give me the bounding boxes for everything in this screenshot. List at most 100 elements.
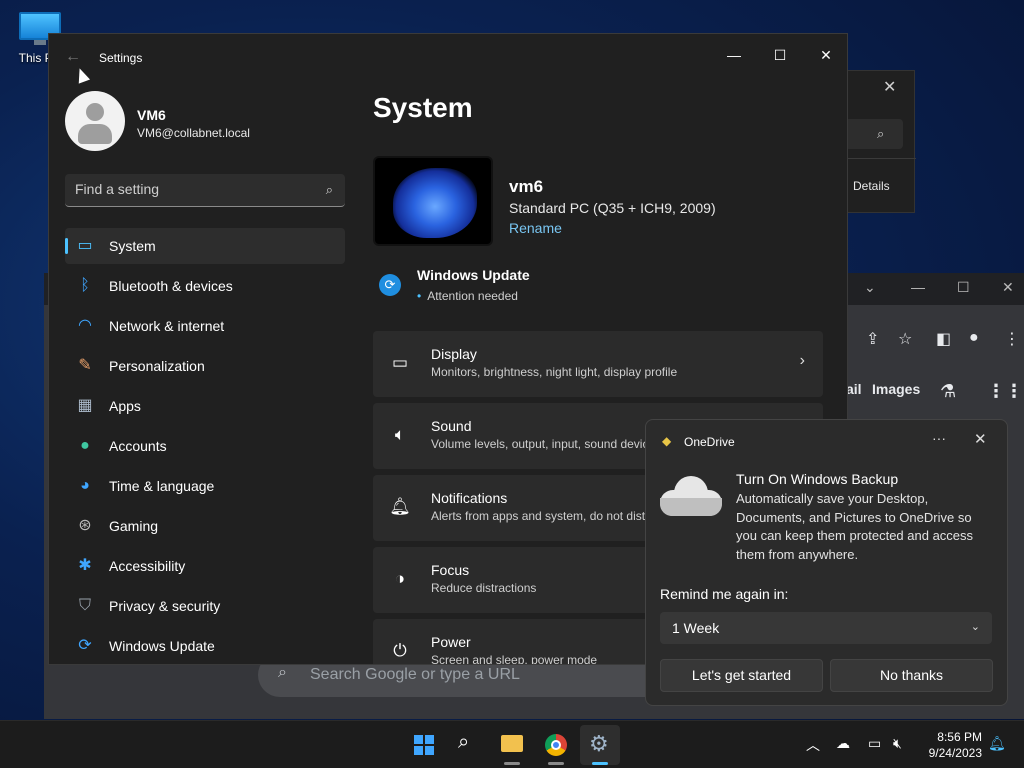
title-bar[interactable]: ← Settings — ☐ ✕ — [49, 34, 847, 74]
settings-taskbar-button[interactable]: ⚙ — [580, 725, 620, 765]
nav-item-gaming[interactable]: ⊛ Gaming — [65, 508, 345, 544]
page-title: System — [373, 92, 473, 123]
rename-link[interactable]: Rename — [509, 220, 562, 236]
chevron-up-icon[interactable]: ︿ — [806, 735, 820, 755]
close-button[interactable]: ✕ — [803, 40, 847, 70]
windows-update-status: • Attention needed — [417, 289, 518, 303]
card-title: Display — [431, 346, 477, 362]
lets-get-started-button[interactable]: Let's get started — [660, 659, 823, 692]
search-icon: ⌕ — [877, 126, 885, 141]
close-icon[interactable]: ✕ — [1002, 279, 1014, 296]
chevron-right-icon: › — [799, 352, 805, 369]
images-link[interactable]: Images — [872, 381, 920, 397]
more-options-icon[interactable]: ··· — [932, 430, 946, 446]
nav-item-windows-update[interactable]: ⟳ Windows Update — [65, 628, 345, 664]
card-display[interactable]: ▭ Display Monitors, brightness, night li… — [373, 331, 823, 397]
computer-icon-stand — [34, 40, 46, 45]
avatar-head — [86, 103, 104, 121]
share-icon[interactable]: ⇪ — [866, 329, 879, 349]
network-icon[interactable]: ▭ — [868, 735, 881, 752]
globe-clock-icon: ◕ — [80, 477, 90, 494]
maximize-button[interactable]: ☐ — [757, 40, 803, 70]
nav-item-label: Network & internet — [109, 318, 225, 334]
running-indicator — [504, 762, 520, 765]
clock-date: 9/24/2023 — [928, 746, 982, 760]
update-icon[interactable]: ⟳ — [379, 274, 401, 296]
gear-icon: ⚙ — [589, 731, 609, 756]
start-button[interactable] — [404, 725, 444, 765]
nav-item-bluetooth[interactable]: ᛒ Bluetooth & devices — [65, 268, 345, 304]
file-explorer-button[interactable] — [492, 725, 532, 765]
onedrive-notification[interactable]: ◆ OneDrive ··· ✕ Turn On Windows Backup … — [645, 419, 1008, 706]
user-name: VM6 — [137, 107, 166, 123]
notification-headline: Turn On Windows Backup — [736, 471, 899, 487]
find-setting-input[interactable] — [75, 181, 305, 197]
minimize-button[interactable]: — — [711, 40, 757, 70]
nav-item-accounts[interactable]: ● Accounts — [65, 428, 345, 464]
user-email: VM6@collabnet.local — [137, 126, 250, 140]
windows-update-title[interactable]: Windows Update — [417, 267, 530, 283]
card-subtitle: Reduce distractions — [431, 581, 537, 595]
star-icon[interactable]: ☆ — [898, 329, 912, 349]
nav-item-personalization[interactable]: ✎ Personalization — [65, 348, 345, 384]
search-icon: ⌕ — [325, 182, 333, 197]
remind-dropdown[interactable]: 1 Week ⌄ — [660, 612, 992, 644]
close-icon[interactable]: ✕ — [974, 430, 987, 448]
avatar[interactable] — [65, 91, 125, 151]
menu-kebab-icon[interactable]: ⋮ — [1004, 329, 1020, 349]
onedrive-tray-icon[interactable]: ☁ — [836, 735, 850, 752]
active-indicator — [65, 238, 68, 254]
display-icon: ▭ — [391, 353, 409, 372]
nav-item-label: Accessibility — [109, 558, 186, 574]
chevron-down-icon[interactable]: ⌄ — [864, 279, 876, 296]
volume-muted-icon[interactable]: 🔇︎ — [893, 735, 902, 752]
power-icon: ⏻ — [393, 641, 407, 660]
close-icon[interactable]: ✕ — [883, 77, 896, 97]
nav-item-time-language[interactable]: ◕ Time & language — [65, 468, 345, 504]
apps-icon: ▦ — [77, 397, 93, 414]
gmail-link[interactable]: ail — [846, 381, 862, 397]
background-search-box[interactable] — [845, 119, 903, 149]
card-title: Power — [431, 634, 471, 650]
nav-item-apps[interactable]: ▦ Apps — [65, 388, 345, 424]
notification-body: Automatically save your Desktop, Documen… — [736, 491, 974, 562]
wifi-icon: ◠ — [78, 317, 92, 334]
card-title: Focus — [431, 562, 470, 578]
taskbar: ⌕ ⚙ ︿ ☁ ▭ 🔇︎ 8:56 PM 9/24/2023 🔔︎ — [0, 720, 1024, 768]
window-title: Settings — [99, 51, 143, 65]
device-model: Standard PC (Q35 + ICH9, 2009) — [509, 200, 716, 216]
nav-item-label: Bluetooth & devices — [109, 278, 233, 294]
minimize-icon[interactable]: — — [911, 279, 925, 295]
profile-icon[interactable]: ● — [969, 329, 979, 347]
bluetooth-icon: ᛒ — [80, 277, 90, 294]
search-button[interactable]: ⌕ — [448, 725, 488, 765]
labs-icon[interactable]: ⚗ — [940, 381, 956, 402]
card-subtitle: Volume levels, output, input, sound devi… — [431, 437, 662, 451]
monitor-icon: ▭ — [77, 237, 93, 254]
no-thanks-button[interactable]: No thanks — [830, 659, 993, 692]
apps-grid-icon[interactable]: ⋮⋮ — [987, 381, 1023, 402]
chrome-icon-center — [551, 740, 561, 750]
nav-item-system[interactable]: ▭ System — [65, 228, 345, 264]
search-icon: ⌕ — [458, 731, 470, 753]
nav-item-label: Personalization — [109, 358, 205, 374]
details-link[interactable]: Details — [853, 179, 890, 193]
notification-bell-icon[interactable]: 🔔︎ — [988, 735, 1006, 752]
notification-app-name: OneDrive — [684, 435, 735, 449]
nav-item-accessibility[interactable]: ✱ Accessibility — [65, 548, 345, 584]
shield-icon: ⛉ — [78, 597, 91, 614]
controller-icon: ⊛ — [78, 517, 92, 534]
nav-item-network[interactable]: ◠ Network & internet — [65, 308, 345, 344]
chevron-down-icon: ⌄ — [970, 621, 980, 633]
side-panel-icon[interactable]: ◧ — [936, 329, 951, 349]
clock[interactable]: 8:56 PM 9/24/2023 — [920, 729, 982, 761]
person-icon: ● — [80, 437, 90, 454]
nav-item-label: Windows Update — [109, 638, 215, 654]
nav-item-privacy-security[interactable]: ⛉ Privacy & security — [65, 588, 345, 624]
maximize-icon[interactable]: ☐ — [957, 279, 970, 296]
settings-nav: ▭ System ᛒ Bluetooth & devices ◠ Network… — [65, 228, 345, 664]
back-arrow-icon[interactable]: ← — [65, 48, 81, 66]
find-setting-box[interactable]: ⌕ — [65, 174, 345, 207]
bell-icon: 🔔︎ — [389, 497, 411, 516]
chrome-button[interactable] — [536, 725, 576, 765]
